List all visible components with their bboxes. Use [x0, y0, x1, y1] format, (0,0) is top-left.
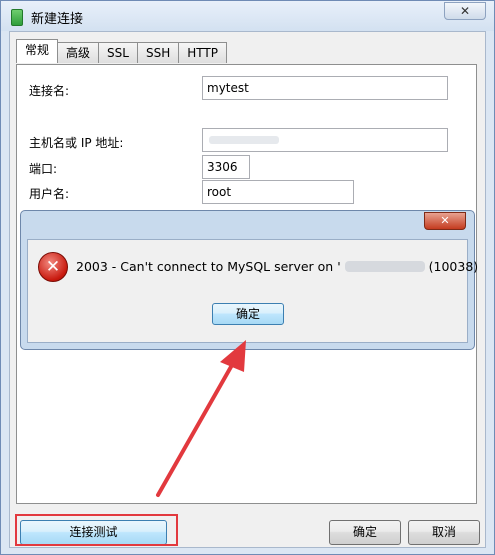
- connection-name-label: 连接名:: [29, 84, 70, 98]
- window-close-button[interactable]: ✕: [444, 2, 486, 20]
- port-label: 端口:: [29, 162, 58, 176]
- tab-general[interactable]: 常规: [16, 39, 59, 63]
- error-message: 2003 - Can't connect to MySQL server on …: [76, 259, 478, 274]
- tab-ssl[interactable]: SSL: [98, 42, 138, 63]
- error-ok-button[interactable]: 确定: [212, 303, 284, 325]
- error-dialog: ✕ ✕ 2003 - Can't connect to MySQL server…: [20, 210, 478, 350]
- tab-ssh[interactable]: SSH: [136, 42, 180, 63]
- port-input[interactable]: 3306: [202, 155, 250, 179]
- error-close-button[interactable]: ✕: [424, 212, 466, 230]
- ok-button[interactable]: 确定: [329, 520, 401, 545]
- cancel-button[interactable]: 取消: [408, 520, 480, 545]
- test-button-highlight-box: [15, 514, 178, 546]
- user-label: 用户名:: [29, 187, 70, 201]
- window-title: 新建连接: [31, 12, 84, 27]
- app-icon: [11, 9, 23, 26]
- error-host-redacted: [344, 261, 425, 272]
- tab-advanced[interactable]: 高级: [57, 42, 100, 63]
- connection-name-input[interactable]: mytest: [202, 76, 448, 100]
- error-message-code: (10038): [428, 259, 479, 274]
- tab-http[interactable]: HTTP: [178, 42, 227, 63]
- host-redacted: [209, 136, 279, 144]
- tab-strip: 常规 高级 SSL SSH HTTP: [16, 39, 227, 64]
- error-x-icon: ✕: [38, 252, 68, 282]
- host-label: 主机名或 IP 地址:: [29, 136, 124, 150]
- title-bar: 新建连接 ✕: [1, 1, 494, 31]
- user-input[interactable]: root: [202, 180, 354, 204]
- host-input[interactable]: [202, 128, 448, 152]
- error-dialog-body: ✕ 2003 - Can't connect to MySQL server o…: [27, 239, 478, 343]
- error-message-prefix: 2003 - Can't connect to MySQL server on …: [76, 259, 341, 274]
